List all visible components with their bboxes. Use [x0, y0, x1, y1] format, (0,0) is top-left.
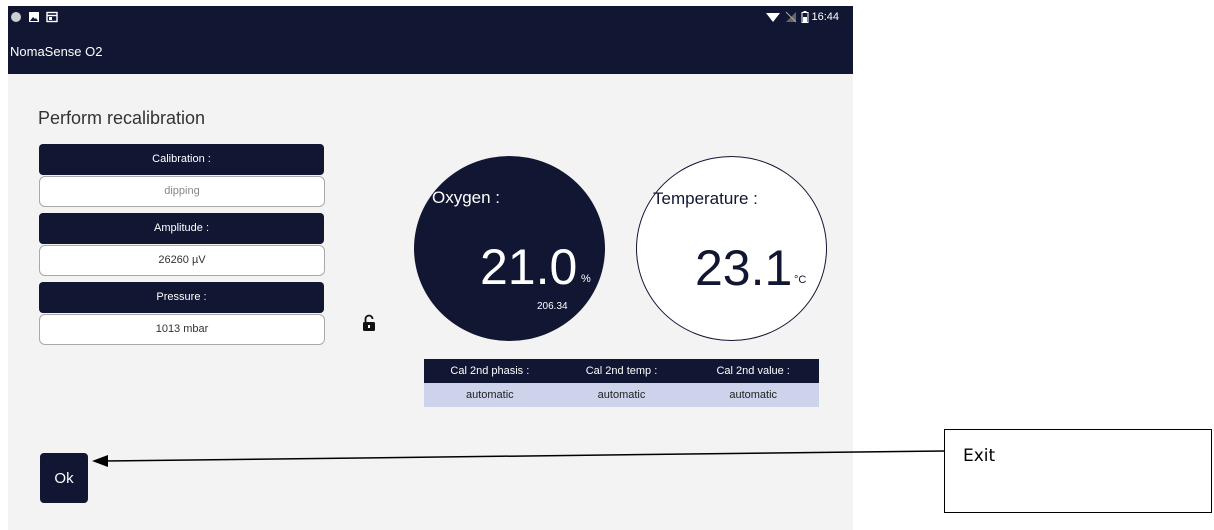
callout-text: Exit [963, 446, 996, 466]
exit-callout-box: Exit [944, 429, 1212, 513]
